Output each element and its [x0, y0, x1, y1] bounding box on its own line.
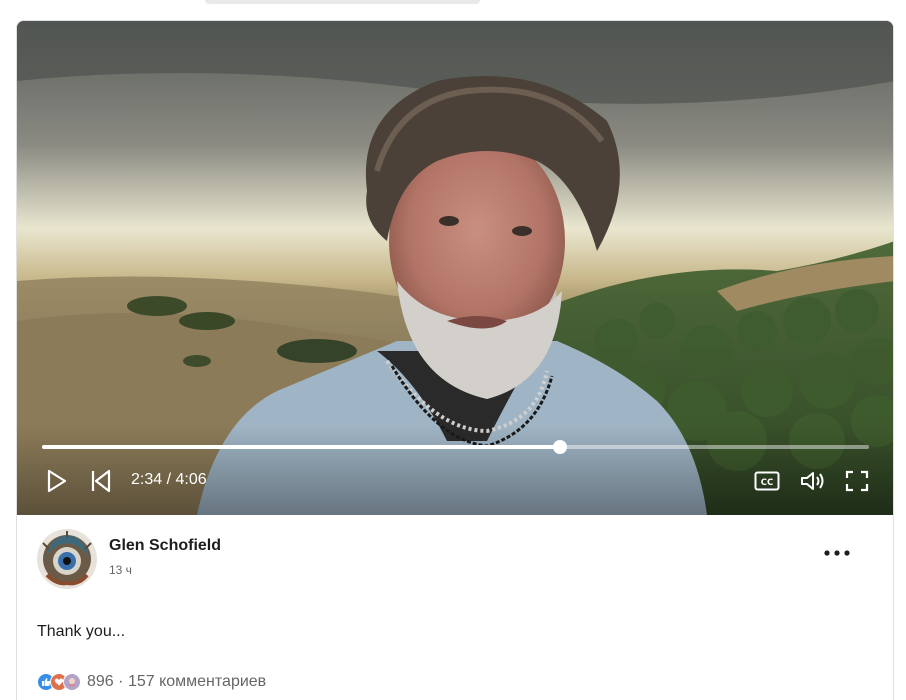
progress-played [42, 445, 560, 449]
author-name[interactable]: Glen Schofield [109, 537, 221, 555]
support-reaction-icon [63, 673, 81, 691]
social-counts: 896 · 157 комментариев [37, 671, 266, 693]
post-header: Glen Schofield 13 ч [17, 515, 893, 605]
closed-captions-icon: CC [754, 471, 780, 491]
comments-count[interactable]: 157 комментариев [128, 673, 266, 690]
previous-post-edge [205, 0, 480, 4]
feed-post-card: 2:34 / 4:06 CC Glen Schofield 13 ч Thank… [16, 20, 894, 700]
counts-separator: · [118, 673, 124, 690]
post-timestamp: 13 ч [109, 563, 132, 577]
playback-time: 2:34 / 4:06 [131, 471, 207, 488]
progress-scrubber[interactable] [552, 440, 567, 454]
fullscreen-button[interactable] [843, 467, 871, 495]
author-avatar[interactable] [37, 529, 97, 589]
reaction-count[interactable]: 896 [87, 673, 114, 690]
volume-icon [800, 470, 828, 492]
video-progress-bar[interactable] [42, 440, 869, 454]
svg-text:CC: CC [761, 478, 773, 488]
more-options-button[interactable] [817, 541, 857, 565]
video-player[interactable]: 2:34 / 4:06 CC [17, 21, 893, 515]
play-button[interactable] [43, 467, 71, 495]
captions-button[interactable]: CC [753, 467, 781, 495]
play-icon [46, 469, 68, 493]
skip-back-icon [90, 469, 112, 493]
fullscreen-icon [845, 470, 869, 492]
post-body-text: Thank you... [37, 623, 126, 640]
more-options-icon [822, 544, 852, 562]
skip-back-button[interactable] [87, 467, 115, 495]
volume-button[interactable] [799, 467, 829, 495]
reactions-summary[interactable] [37, 673, 81, 691]
engagement-counts: 896 · 157 комментариев [87, 673, 266, 691]
